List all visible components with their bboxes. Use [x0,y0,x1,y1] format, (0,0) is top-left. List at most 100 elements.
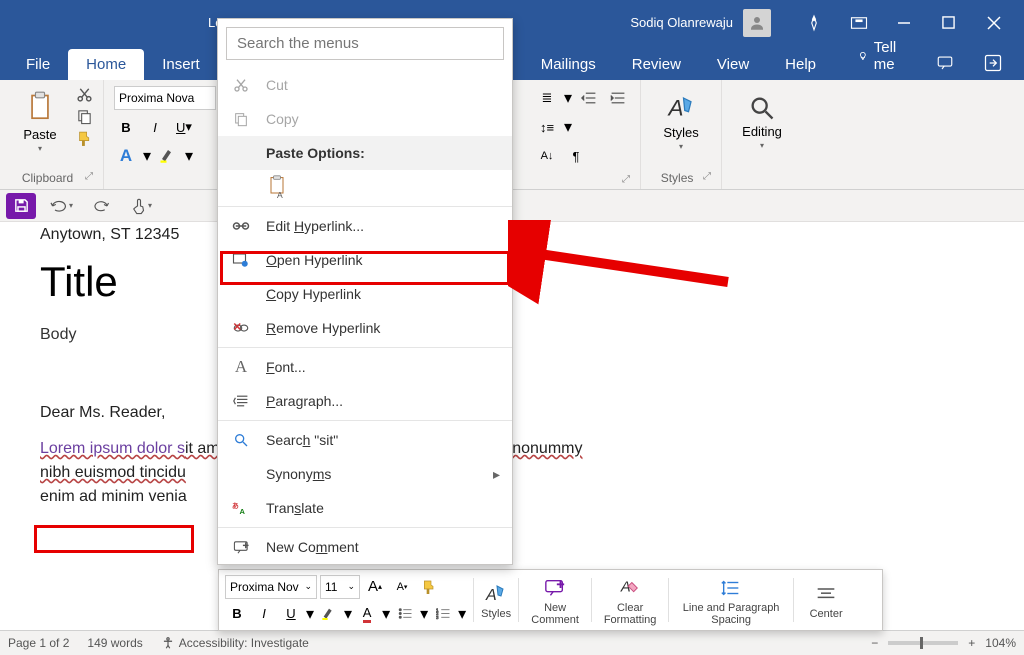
paste-button[interactable]: Paste ▾ [10,84,70,159]
tab-mailings[interactable]: Mailings [523,49,614,80]
user-name: Sodiq Olanrewaju [630,15,733,30]
bullets-icon[interactable] [393,602,417,626]
mini-line-spacing-button[interactable]: Line and Paragraph Spacing [676,574,786,626]
menu-translate[interactable]: あATranslate [218,491,512,525]
menu-open-hyperlink[interactable]: Open Hyperlink [218,243,512,277]
styles-icon: A [484,580,508,608]
svg-text:A: A [240,507,246,516]
maximize-button[interactable] [926,0,971,45]
highlight-icon[interactable] [317,602,341,626]
styles-label: Styles [663,125,698,140]
ribbon-group-font: Proxima Nova B I U ▾ A▾ ▾ Font [104,80,227,189]
dialog-launcher-icon[interactable]: ⤢ [703,171,711,182]
highlight-icon[interactable] [156,144,180,168]
share-icon[interactable] [969,45,1017,80]
bold-button[interactable]: B [225,602,249,626]
menu-search[interactable]: Search "sit" [218,423,512,457]
editing-button[interactable]: Editing ▾ [732,84,792,159]
zoom-level[interactable]: 104% [985,636,1016,650]
styles-button[interactable]: A Styles ▾ [651,84,711,159]
shrink-font-icon[interactable]: A▾ [390,575,414,599]
zoom-out-button[interactable]: − [871,636,878,650]
text-effects-icon[interactable]: A [114,144,138,168]
paragraph-line-3: enim ad minim venia [40,488,1024,506]
link-icon [230,219,252,233]
font-name-combo[interactable]: Proxima Nova [114,86,216,110]
chevron-right-icon: ▸ [493,466,500,483]
mini-clear-formatting-button[interactable]: A Clear Formatting [599,574,661,626]
mini-new-comment-button[interactable]: New Comment [526,574,584,626]
tab-insert[interactable]: Insert [144,49,218,80]
center-icon [816,580,836,608]
mini-size-combo[interactable]: 11⌄ [320,575,360,599]
comments-pane-icon[interactable] [921,45,969,80]
accessibility-icon [161,636,175,650]
menu-search-input[interactable]: Search the menus [226,27,504,60]
cut-icon [230,77,252,93]
tab-file[interactable]: File [8,49,68,80]
line-spacing-icon[interactable]: ↕≡ [535,115,559,139]
page-indicator[interactable]: Page 1 of 2 [8,636,69,650]
menu-remove-hyperlink[interactable]: Remove Hyperlink [218,311,512,345]
show-marks-icon[interactable]: ¶ [564,144,588,168]
mini-center-button[interactable]: Center [801,580,851,620]
context-menu: Search the menus Cut Copy Paste Options:… [217,18,513,565]
hyperlink-text[interactable]: Lorem ipsum dolor s [40,440,185,457]
user-area[interactable]: Sodiq Olanrewaju [630,9,771,37]
bold-button[interactable]: B [114,115,138,139]
numbering-icon[interactable]: 123 [431,602,455,626]
menu-edit-hyperlink[interactable]: Edit Hyperlink... [218,209,512,243]
cut-icon[interactable] [76,86,93,103]
touch-mode-button[interactable]: ▾ [126,193,156,219]
copy-icon[interactable] [76,108,93,125]
accessibility-status[interactable]: Accessibility: Investigate [161,636,309,650]
redo-button[interactable] [86,193,116,219]
menu-copy[interactable]: Copy [218,102,512,136]
lightbulb-icon [858,48,868,64]
increase-indent-icon[interactable] [606,86,630,110]
tab-view[interactable]: View [699,49,767,80]
zoom-in-button[interactable]: + [968,636,975,650]
decrease-indent-icon[interactable] [577,86,601,110]
format-painter-icon[interactable] [76,130,93,147]
grow-font-icon[interactable]: A▴ [363,575,387,599]
menu-cut[interactable]: Cut [218,68,512,102]
dialog-launcher-icon[interactable]: ⤢ [622,174,630,185]
format-painter-icon[interactable] [417,575,441,599]
close-button[interactable] [971,0,1016,45]
zoom-slider[interactable] [888,641,958,645]
align-icon[interactable]: ≣ [535,86,559,110]
search-icon [748,94,776,122]
menu-synonyms[interactable]: Synonyms▸ [218,457,512,491]
sort-icon[interactable]: A↓ [535,144,559,168]
svg-text:3: 3 [436,615,439,620]
menu-paragraph[interactable]: Paragraph... [218,384,512,418]
ribbon-group-clipboard: Paste ▾ Clipboard ⤢ [0,80,104,189]
tab-review[interactable]: Review [614,49,699,80]
menu-paste-option[interactable]: A [218,170,512,204]
italic-button[interactable]: I [252,602,276,626]
dialog-launcher-icon[interactable]: ⤢ [85,171,93,182]
italic-button[interactable]: I [143,115,167,139]
menu-copy-hyperlink[interactable]: Copy Hyperlink [218,277,512,311]
svg-text:A: A [667,95,684,120]
word-count[interactable]: 149 words [87,636,142,650]
undo-button[interactable]: ▾ [46,193,76,219]
font-color-icon[interactable]: A [355,602,379,626]
menu-font[interactable]: AFont... [218,350,512,384]
tab-help[interactable]: Help [767,49,834,80]
tab-home[interactable]: Home [68,49,144,80]
comment-icon [544,574,566,602]
remove-link-icon [230,320,252,336]
underline-button[interactable]: U ▾ [172,115,196,139]
mic-icon[interactable] [791,0,836,45]
menu-new-comment[interactable]: New Comment [218,530,512,564]
save-button[interactable] [6,193,36,219]
svg-text:A: A [620,580,631,596]
mini-font-combo[interactable]: Proxima Nov⌄ [225,575,317,599]
underline-button[interactable]: U [279,602,303,626]
mini-styles-button[interactable]: A Styles [481,580,511,620]
paste-icon [26,91,54,125]
tell-me[interactable]: Tell me [840,32,921,80]
clear-format-icon: A [618,574,642,602]
